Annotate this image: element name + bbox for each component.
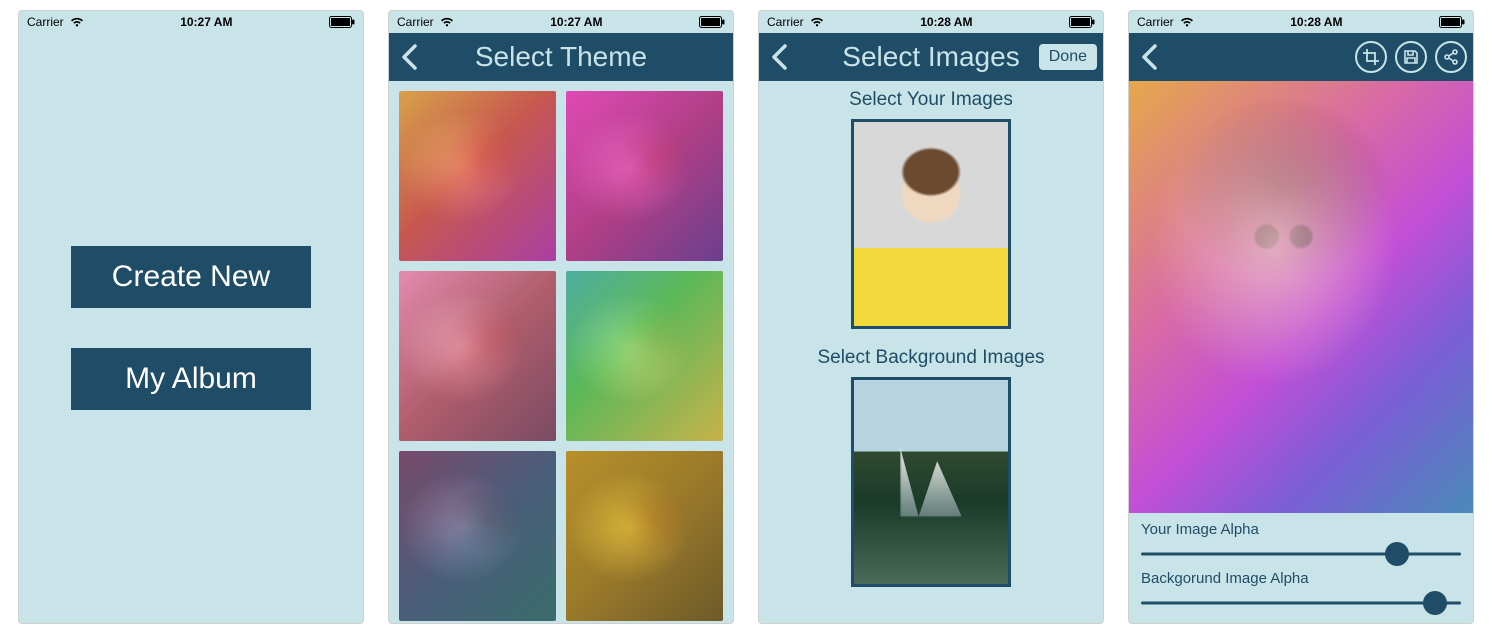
- back-button[interactable]: [1129, 33, 1169, 81]
- status-time: 10:28 AM: [920, 15, 972, 29]
- background-images-label: Select Background Images: [817, 347, 1044, 369]
- navbar: [1129, 33, 1473, 81]
- slider-thumb[interactable]: [1385, 542, 1409, 566]
- back-button[interactable]: [759, 33, 799, 81]
- background-image-alpha-label: Backgorund Image Alpha: [1141, 570, 1461, 587]
- navbar: Select Theme: [389, 33, 733, 81]
- wifi-icon: [70, 17, 84, 27]
- background-image-alpha-slider[interactable]: [1141, 593, 1461, 613]
- slider-panel: Your Image Alpha Backgorund Image Alpha: [1129, 513, 1473, 623]
- theme-cell[interactable]: [399, 271, 556, 441]
- slider-thumb[interactable]: [1423, 591, 1447, 615]
- battery-icon: [1439, 16, 1465, 28]
- your-images-label: Select Your Images: [849, 89, 1013, 111]
- navbar-title: Select Theme: [389, 41, 733, 73]
- phone-screen-home: Carrier 10:27 AM Create New My Album: [18, 10, 364, 624]
- done-button[interactable]: Done: [1039, 44, 1097, 70]
- status-bar: Carrier 10:27 AM: [19, 11, 363, 33]
- carrier-label: Carrier: [767, 15, 804, 29]
- status-bar: Carrier 10:28 AM: [1129, 11, 1473, 33]
- carrier-label: Carrier: [27, 15, 64, 29]
- crop-button[interactable]: [1355, 41, 1387, 73]
- carrier-label: Carrier: [397, 15, 434, 29]
- editor-canvas[interactable]: [1129, 81, 1473, 513]
- background-image-thumb[interactable]: [851, 377, 1011, 587]
- share-button[interactable]: [1435, 41, 1467, 73]
- wifi-icon: [1180, 17, 1194, 27]
- phone-screen-theme: Carrier 10:27 AM Select Theme: [388, 10, 734, 624]
- theme-grid: [389, 81, 733, 623]
- wifi-icon: [440, 17, 454, 27]
- theme-cell[interactable]: [566, 91, 723, 261]
- canvas-foreground-layer: [1129, 81, 1473, 513]
- back-button[interactable]: [389, 33, 429, 81]
- status-bar: Carrier 10:28 AM: [759, 11, 1103, 33]
- status-time: 10:28 AM: [1290, 15, 1342, 29]
- carrier-label: Carrier: [1137, 15, 1174, 29]
- battery-icon: [699, 16, 725, 28]
- status-bar: Carrier 10:27 AM: [389, 11, 733, 33]
- phone-screen-editor: Carrier 10:28 AM: [1128, 10, 1474, 624]
- your-image-thumb[interactable]: [851, 119, 1011, 329]
- phone-screen-select-images: Carrier 10:28 AM Select Images Done Sele…: [758, 10, 1104, 624]
- create-new-button[interactable]: Create New: [71, 246, 311, 308]
- save-button[interactable]: [1395, 41, 1427, 73]
- theme-cell[interactable]: [566, 271, 723, 441]
- select-images-body: Select Your Images Select Background Ima…: [759, 81, 1103, 623]
- theme-cell[interactable]: [399, 451, 556, 621]
- navbar: Select Images Done: [759, 33, 1103, 81]
- wifi-icon: [810, 17, 824, 27]
- theme-cell[interactable]: [399, 91, 556, 261]
- theme-cell[interactable]: [566, 451, 723, 621]
- your-image-alpha-slider[interactable]: [1141, 544, 1461, 564]
- your-image-alpha-label: Your Image Alpha: [1141, 521, 1461, 538]
- battery-icon: [329, 16, 355, 28]
- status-time: 10:27 AM: [180, 15, 232, 29]
- status-time: 10:27 AM: [550, 15, 602, 29]
- my-album-button[interactable]: My Album: [71, 348, 311, 410]
- battery-icon: [1069, 16, 1095, 28]
- home-body: Create New My Album: [19, 33, 363, 623]
